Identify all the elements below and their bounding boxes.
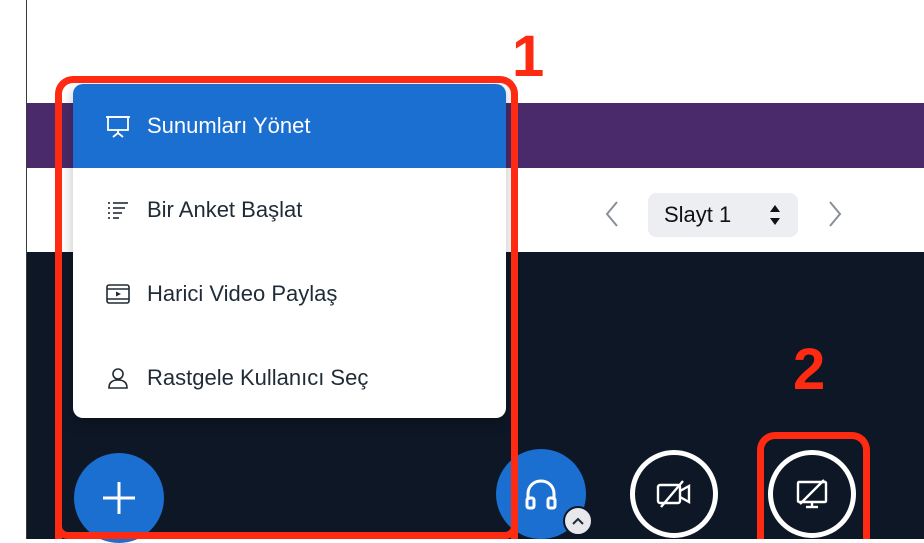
slide-select[interactable]: Slayt 1 [648, 193, 798, 237]
next-slide-button[interactable] [823, 198, 847, 230]
annotation-number-2: 2 [793, 337, 826, 402]
annotation-number-1: 1 [512, 24, 545, 89]
audio-settings-toggle[interactable] [563, 506, 593, 536]
headphones-icon [525, 479, 557, 510]
chevron-left-icon [605, 201, 618, 227]
video-toggle-button[interactable] [630, 450, 718, 538]
slide-select-value: Slayt 1 [664, 202, 732, 227]
chevron-right-icon [829, 201, 842, 227]
annotation-box-2 [757, 432, 870, 539]
left-edge [0, 0, 27, 539]
chevron-up-icon [572, 517, 584, 525]
sort-arrows-icon [770, 205, 780, 225]
camera-off-icon [656, 480, 691, 508]
previous-slide-button[interactable] [600, 198, 624, 230]
annotation-box-1 [55, 76, 518, 539]
annotation-box-1-bottom [55, 526, 518, 539]
